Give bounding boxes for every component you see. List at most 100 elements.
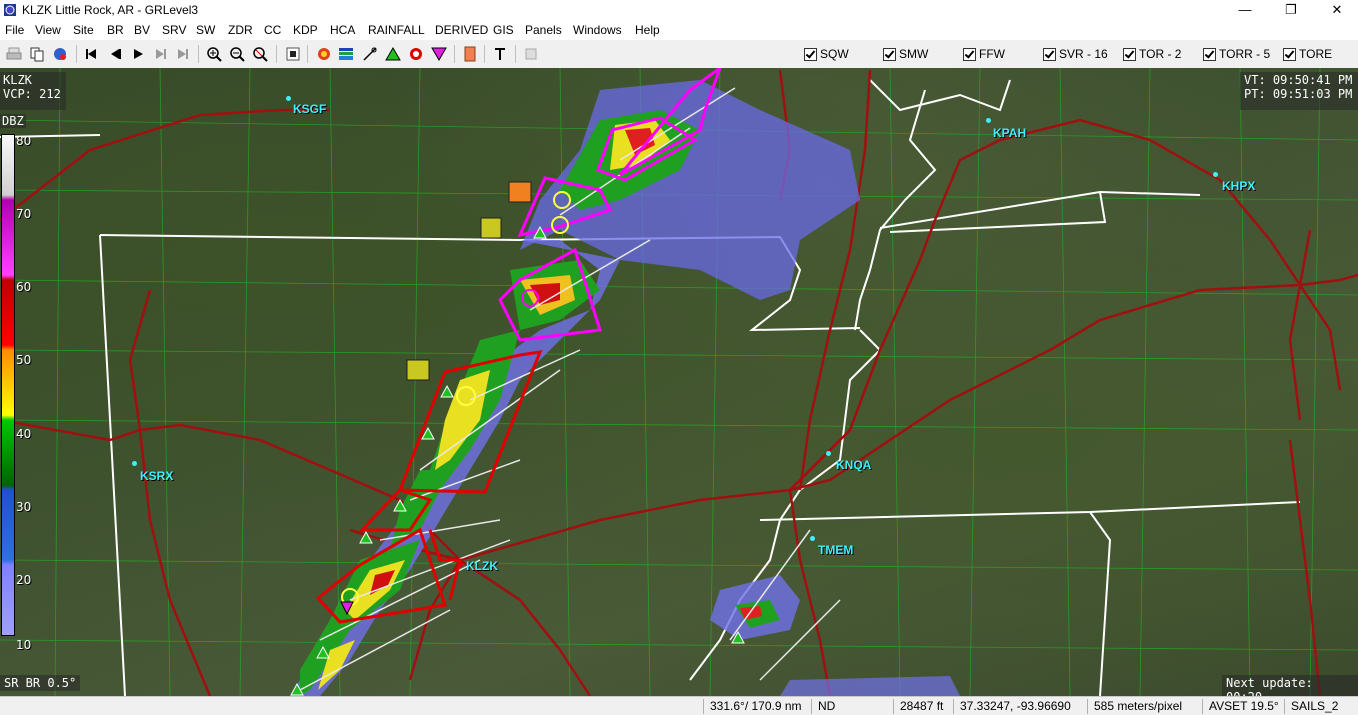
cross-section-icon[interactable] bbox=[361, 45, 379, 63]
site-dot bbox=[826, 451, 831, 456]
filter-smw[interactable]: SMW bbox=[883, 47, 928, 61]
site-label-ksrx[interactable]: KSRX bbox=[140, 469, 173, 483]
play-icon[interactable] bbox=[129, 45, 147, 63]
site-dot bbox=[1213, 172, 1218, 177]
menu-sw[interactable]: SW bbox=[196, 23, 215, 37]
step-forward-icon[interactable] bbox=[151, 45, 169, 63]
legend-title: DBZ bbox=[0, 114, 26, 128]
dbz-color-bar bbox=[1, 134, 15, 636]
menu-rainfall[interactable]: RAINFALL bbox=[368, 23, 425, 37]
checkbox-icon[interactable] bbox=[1283, 47, 1296, 61]
process-time: PT: 09:51:03 PM bbox=[1244, 87, 1353, 101]
filter-tor[interactable]: TOR - 2 bbox=[1123, 47, 1181, 61]
menu-gis[interactable]: GIS bbox=[493, 23, 514, 37]
menu-kdp[interactable]: KDP bbox=[293, 23, 318, 37]
checkbox-icon[interactable] bbox=[1123, 47, 1136, 61]
warning-panel-icon[interactable] bbox=[461, 45, 479, 63]
disabled-tool-icon[interactable] bbox=[522, 45, 540, 63]
status-scale: 585 meters/pixel bbox=[1087, 699, 1182, 714]
toolbar-separator bbox=[515, 45, 516, 63]
toolbar-separator bbox=[76, 45, 77, 63]
stop-icon[interactable] bbox=[284, 45, 302, 63]
site-label-knqa[interactable]: KNQA bbox=[836, 458, 871, 472]
close-button[interactable]: ✕ bbox=[1314, 0, 1358, 20]
radar-site-id: KLZK bbox=[3, 73, 32, 87]
radar-info-panel: KLZK VCP: 212 bbox=[0, 72, 66, 110]
first-frame-icon[interactable] bbox=[82, 45, 100, 63]
toolbar-separator bbox=[276, 45, 277, 63]
storm-track-icon[interactable] bbox=[384, 45, 402, 63]
menu-bar: File View Site BR BV SRV SW ZDR CC KDP H… bbox=[0, 20, 1358, 40]
copy-icon[interactable] bbox=[28, 45, 46, 63]
site-label-ksgf[interactable]: KSGF bbox=[293, 102, 326, 116]
text-tool-icon[interactable] bbox=[491, 45, 509, 63]
title-bar: KLZK Little Rock, AR - GRLevel3 — ❐ ✕ bbox=[0, 0, 1358, 20]
site-label-klzk[interactable]: KLZK bbox=[466, 559, 498, 573]
menu-site[interactable]: Site bbox=[73, 23, 94, 37]
valid-time: VT: 09:50:41 PM bbox=[1244, 73, 1353, 87]
zoom-out-icon[interactable] bbox=[228, 45, 246, 63]
minimize-button[interactable]: — bbox=[1222, 0, 1268, 20]
menu-cc[interactable]: CC bbox=[264, 23, 281, 37]
meso-icon[interactable] bbox=[407, 45, 425, 63]
site-dot bbox=[810, 536, 815, 541]
print-icon[interactable] bbox=[5, 45, 23, 63]
menu-help[interactable]: Help bbox=[635, 23, 660, 37]
legend-tick: 20 bbox=[16, 573, 32, 587]
status-value: ND bbox=[811, 699, 835, 714]
tvs-icon[interactable] bbox=[430, 45, 448, 63]
checkbox-icon[interactable] bbox=[1043, 47, 1056, 61]
filter-ffw[interactable]: FFW bbox=[963, 47, 1005, 61]
color-table-icon[interactable] bbox=[337, 45, 355, 63]
status-height: 28487 ft bbox=[893, 699, 943, 714]
menu-view[interactable]: View bbox=[35, 23, 61, 37]
filter-tore[interactable]: TORE bbox=[1283, 47, 1332, 61]
toolbar-separator bbox=[198, 45, 199, 63]
menu-windows[interactable]: Windows bbox=[573, 23, 622, 37]
checkbox-icon[interactable] bbox=[963, 47, 976, 61]
map-layer bbox=[0, 68, 1358, 696]
status-azimuth: 331.6°/ 170.9 nm bbox=[703, 699, 802, 714]
maximize-button[interactable]: ❐ bbox=[1268, 0, 1314, 20]
site-dot bbox=[986, 118, 991, 123]
radar-settings-icon[interactable] bbox=[51, 45, 69, 63]
checkbox-icon[interactable] bbox=[804, 47, 817, 61]
time-info-panel: VT: 09:50:41 PM PT: 09:51:03 PM bbox=[1240, 72, 1358, 110]
filter-torr[interactable]: TORR - 5 bbox=[1203, 47, 1270, 61]
zoom-in-icon[interactable] bbox=[205, 45, 223, 63]
menu-panels[interactable]: Panels bbox=[525, 23, 562, 37]
klzk-radar-dot bbox=[457, 561, 463, 567]
site-label-tmem[interactable]: TMEM bbox=[818, 543, 853, 557]
menu-hca[interactable]: HCA bbox=[330, 23, 355, 37]
status-sails: SAILS_2 bbox=[1284, 699, 1338, 714]
radar-product-icon[interactable] bbox=[315, 45, 333, 63]
site-label-khpx[interactable]: KHPX bbox=[1222, 179, 1255, 193]
filter-sqw[interactable]: SQW bbox=[804, 47, 849, 61]
window-title: KLZK Little Rock, AR - GRLevel3 bbox=[22, 3, 199, 17]
status-latlon: 37.33247, -93.96690 bbox=[953, 699, 1071, 714]
legend-tick: 60 bbox=[16, 280, 32, 294]
toolbar-separator bbox=[484, 45, 485, 63]
checkbox-icon[interactable] bbox=[883, 47, 896, 61]
checkbox-icon[interactable] bbox=[1203, 47, 1216, 61]
toolbar-separator bbox=[307, 45, 308, 63]
site-label-kpah[interactable]: KPAH bbox=[993, 126, 1026, 140]
status-bar: 331.6°/ 170.9 nm ND 28487 ft 37.33247, -… bbox=[0, 696, 1358, 715]
menu-file[interactable]: File bbox=[5, 23, 24, 37]
radar-map[interactable]: KSGF KPAH KHPX KSRX KNQA TMEM KLZK KLZK … bbox=[0, 68, 1358, 696]
site-dot bbox=[132, 461, 137, 466]
zoom-reset-icon[interactable] bbox=[251, 45, 269, 63]
vcp-label: VCP: 212 bbox=[3, 87, 61, 101]
menu-derived[interactable]: DERIVED bbox=[435, 23, 488, 37]
menu-zdr[interactable]: ZDR bbox=[228, 23, 253, 37]
menu-br[interactable]: BR bbox=[107, 23, 124, 37]
site-dot bbox=[286, 96, 291, 101]
last-frame-icon[interactable] bbox=[174, 45, 192, 63]
filter-svr[interactable]: SVR - 16 bbox=[1043, 47, 1108, 61]
legend-tick: 70 bbox=[16, 207, 32, 221]
app-icon bbox=[4, 4, 16, 16]
menu-srv[interactable]: SRV bbox=[162, 23, 186, 37]
step-back-icon[interactable] bbox=[106, 45, 124, 63]
menu-bv[interactable]: BV bbox=[134, 23, 150, 37]
status-avset: AVSET 19.5° bbox=[1202, 699, 1279, 714]
